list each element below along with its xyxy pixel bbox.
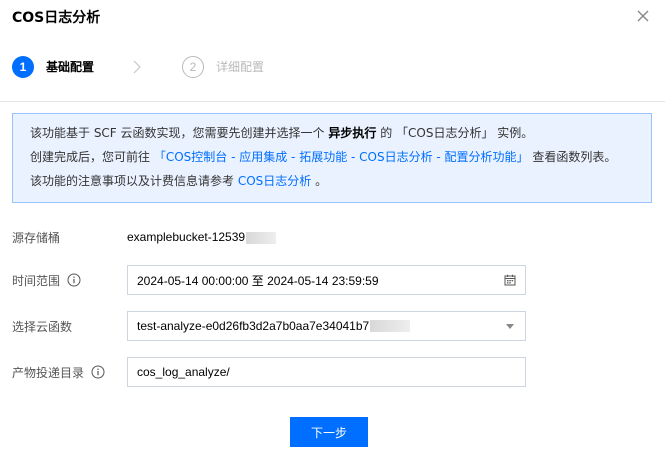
steps-indicator: 1 基础配置 2 详细配置 xyxy=(12,54,264,80)
output-dir-input[interactable]: cos_log_analyze/ xyxy=(127,357,526,387)
notice-line-1: 该功能基于 SCF 云函数实现，您需要先创建并选择一个 异步执行 的 「COS日… xyxy=(30,123,634,147)
step-2-label: 详细配置 xyxy=(216,60,265,74)
notice-text: 该功能的注意事项以及计费信息请参考 xyxy=(30,174,238,188)
notice-line-2: 创建完成后，您可前往 「COS控制台 - 应用集成 - 拓展功能 - COS日志… xyxy=(30,147,634,171)
calendar-icon[interactable] xyxy=(504,274,516,286)
dialog-title: COS日志分析 xyxy=(12,10,101,26)
step-2-number: 2 xyxy=(182,56,205,78)
source-bucket-value: examplebucket-12539 xyxy=(127,230,277,244)
redacted-mask xyxy=(370,320,411,332)
chevron-right-icon xyxy=(133,60,141,74)
output-dir-label: 产物投递目录 xyxy=(12,365,85,380)
notice-line-3: 该功能的注意事项以及计费信息请参考 COS日志分析 。 xyxy=(30,171,634,195)
source-bucket-row: 源存储桶 examplebucket-12539 xyxy=(12,228,277,246)
step-1-label: 基础配置 xyxy=(46,60,95,74)
header-divider xyxy=(0,101,665,102)
info-icon[interactable] xyxy=(91,365,105,379)
output-dir-label-wrap: 产物投递目录 xyxy=(12,364,127,381)
close-button[interactable] xyxy=(633,6,653,26)
cloud-function-label: 选择云函数 xyxy=(12,319,73,334)
time-range-label: 时间范围 xyxy=(12,273,61,288)
notice-text: 查看函数列表。 xyxy=(528,150,617,164)
output-dir-value: cos_log_analyze/ xyxy=(137,365,230,379)
step-1-number: 1 xyxy=(12,56,34,78)
caret-down-icon xyxy=(506,324,514,329)
output-dir-row: 产物投递目录 cos_log_analyze/ xyxy=(12,357,526,387)
source-bucket-label: 源存储桶 xyxy=(12,230,61,245)
time-range-value: 2024-05-14 00:00:00 至 2024-05-14 23:59:5… xyxy=(137,273,379,288)
console-path-link[interactable]: 「COS控制台 - 应用集成 - 拓展功能 - COS日志分析 - 配置分析功能… xyxy=(154,150,529,164)
source-bucket-text: examplebucket-12539 xyxy=(127,230,246,244)
next-step-button[interactable]: 下一步 xyxy=(290,417,368,447)
info-notice: 该功能基于 SCF 云函数实现，您需要先创建并选择一个 异步执行 的 「COS日… xyxy=(12,113,652,203)
notice-text: 实例。 xyxy=(493,126,534,140)
info-icon[interactable] xyxy=(67,273,81,287)
close-icon xyxy=(637,10,649,22)
cloud-function-row: 选择云函数 test-analyze-e0d26fb3d2a7b0aa7e340… xyxy=(12,311,526,341)
time-range-label-wrap: 时间范围 xyxy=(12,272,127,289)
notice-text: 创建完成后，您可前往 xyxy=(30,150,154,164)
time-range-picker[interactable]: 2024-05-14 00:00:00 至 2024-05-14 23:59:5… xyxy=(127,265,526,295)
notice-text: 该功能基于 SCF 云函数实现，您需要先创建并选择一个 xyxy=(30,126,329,140)
notice-text: 的 xyxy=(376,126,397,140)
notice-instance-name: 「COS日志分析」 xyxy=(396,126,494,140)
redacted-mask xyxy=(246,231,277,244)
cos-log-analysis-doc-link[interactable]: COS日志分析 xyxy=(238,174,311,188)
cloud-function-select[interactable]: test-analyze-e0d26fb3d2a7b0aa7e34041b7 xyxy=(127,311,526,341)
cloud-function-value: test-analyze-e0d26fb3d2a7b0aa7e34041b7 xyxy=(137,319,370,333)
notice-text: 。 xyxy=(311,174,328,188)
notice-bold-async: 异步执行 xyxy=(328,126,377,140)
time-range-row: 时间范围 2024-05-14 00:00:00 至 2024-05-14 23… xyxy=(12,265,526,295)
cos-log-analysis-dialog: COS日志分析 1 基础配置 2 详细配置 该功能基于 SCF 云函数实现，您需… xyxy=(0,0,665,458)
